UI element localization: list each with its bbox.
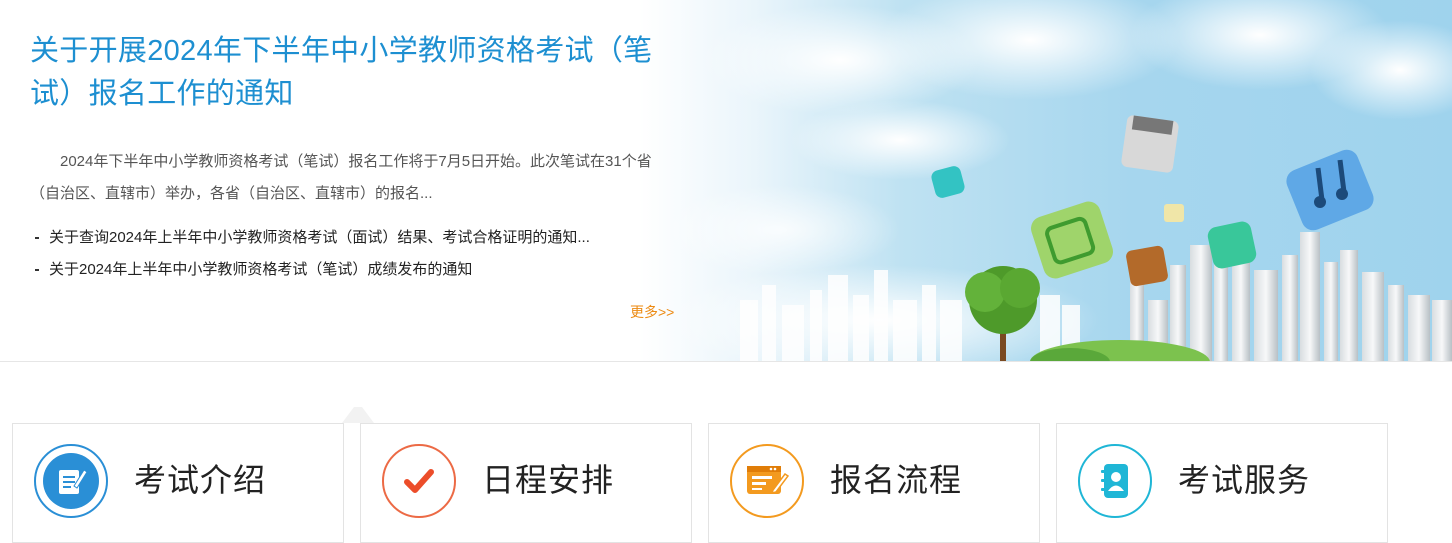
- more-link[interactable]: 更多>>: [630, 302, 674, 322]
- city-buildings: [1130, 232, 1452, 362]
- card-exam-services[interactable]: 考试服务: [1056, 423, 1388, 543]
- card-label: 报名流程: [830, 462, 963, 498]
- checkmark-icon: [391, 453, 447, 509]
- card-label: 日程安排: [482, 462, 615, 498]
- news-summary: 2024年下半年中小学教师资格考试（笔试）报名工作将于7月5日开始。此次笔试在3…: [30, 153, 652, 202]
- contact-book-icon: [1087, 453, 1143, 509]
- news-headline-link[interactable]: 关于开展2024年下半年中小学教师资格考试（笔试）报名工作的通知: [30, 30, 690, 116]
- quick-nav-cards: 考试介绍 日程安排 报名流程 考试服务: [0, 362, 1452, 543]
- card-icon-ring: [34, 444, 108, 518]
- card-exam-intro[interactable]: 考试介绍: [12, 423, 344, 543]
- news-section: 关于开展2024年下半年中小学教师资格考试（笔试）报名工作的通知 2024年下半…: [30, 30, 690, 286]
- news-list-item[interactable]: 关于查询2024年上半年中小学教师资格考试（面试）结果、考试合格证明的通知...: [30, 222, 690, 254]
- news-list-item[interactable]: 关于2024年上半年中小学教师资格考试（笔试）成绩发布的通知: [30, 254, 690, 286]
- card-label: 考试介绍: [134, 462, 267, 498]
- document-edit-icon: [43, 453, 99, 509]
- card-registration-process[interactable]: 报名流程: [708, 423, 1040, 543]
- news-banner: 关于开展2024年下半年中小学教师资格考试（笔试）报名工作的通知 2024年下半…: [0, 0, 1452, 362]
- card-label: 考试服务: [1178, 462, 1311, 498]
- card-icon-ring: [382, 444, 456, 518]
- active-tab-marker: [342, 407, 374, 423]
- card-icon-ring: [730, 444, 804, 518]
- card-icon-ring: [1078, 444, 1152, 518]
- card-schedule[interactable]: 日程安排: [360, 423, 692, 543]
- news-list: 关于查询2024年上半年中小学教师资格考试（面试）结果、考试合格证明的通知...…: [30, 222, 690, 286]
- form-edit-icon: [739, 453, 795, 509]
